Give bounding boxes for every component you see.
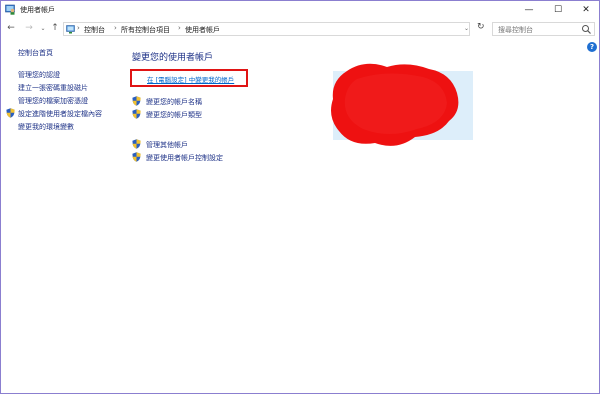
left-task-pane: 控制台首頁 管理您的認證 建立一張密碼重設磁片 管理您的檔案加密憑證 設定進階使… xyxy=(1,41,126,161)
close-button[interactable]: ✕ xyxy=(572,1,600,19)
uac-shield-icon xyxy=(132,139,141,149)
redaction-scribble xyxy=(331,63,459,146)
control-panel-home-link[interactable]: 控制台首頁 xyxy=(18,48,53,58)
uac-shield-icon xyxy=(132,96,141,106)
breadcrumb-control-panel[interactable]: 控制台 xyxy=(84,25,105,35)
refresh-icon[interactable]: ↻ xyxy=(477,22,485,32)
uac-shield-icon xyxy=(132,109,141,119)
minimize-button[interactable]: — xyxy=(515,1,543,19)
address-dropdown-icon[interactable]: ⌄ xyxy=(464,25,469,32)
breadcrumb-separator: › xyxy=(77,24,80,32)
task-label[interactable]: 變更使用者帳戶控制設定 xyxy=(146,153,223,163)
breadcrumb-separator: › xyxy=(178,24,181,32)
search-icon[interactable] xyxy=(581,24,592,35)
title-bar: 使用者帳戶 — ☐ ✕ xyxy=(1,1,599,19)
task-label[interactable]: 變更您的帳戶類型 xyxy=(146,110,202,120)
up-arrow-icon[interactable]: ↑ xyxy=(49,22,61,34)
maximize-button[interactable]: ☐ xyxy=(544,1,572,19)
back-arrow-icon[interactable]: ← xyxy=(5,22,17,34)
sidebar-item-manage-credentials[interactable]: 管理您的認證 xyxy=(18,70,60,80)
search-box[interactable]: 搜尋控制台 xyxy=(492,22,595,36)
user-accounts-app-icon xyxy=(5,4,15,15)
sidebar-item-password-reset-disk[interactable]: 建立一張密碼重設磁片 xyxy=(18,83,88,93)
uac-shield-icon xyxy=(6,108,15,118)
help-icon[interactable]: ? xyxy=(587,42,597,52)
pc-settings-account-link[interactable]: 在 [電腦設定] 中變更我的帳戶 xyxy=(147,74,234,84)
search-placeholder: 搜尋控制台 xyxy=(498,26,533,34)
navigation-bar: ← → ⌄ ↑ › 控制台 › 所有控制台項目 › 使用者帳戶 ⌄ ↻ 搜尋控制… xyxy=(1,19,599,39)
breadcrumb-user-accounts[interactable]: 使用者帳戶 xyxy=(185,25,220,35)
address-bar[interactable]: › 控制台 › 所有控制台項目 › 使用者帳戶 xyxy=(63,22,470,36)
page-title: 變更您的使用者帳戶 xyxy=(132,53,214,63)
control-panel-window: 使用者帳戶 — ☐ ✕ ← → ⌄ ↑ › 控制台 › 所有控制台項目 › 使用… xyxy=(0,0,600,394)
breadcrumb-all-items[interactable]: 所有控制台項目 xyxy=(121,25,170,35)
sidebar-item-advanced-profile-properties[interactable]: 設定進階使用者設定檔內容 xyxy=(18,109,102,119)
breadcrumb-separator: › xyxy=(114,24,117,32)
task-label[interactable]: 變更您的帳戶名稱 xyxy=(146,97,202,107)
sidebar-item-environment-variables[interactable]: 變更我的環境變數 xyxy=(18,122,74,132)
control-panel-icon xyxy=(66,25,75,34)
sidebar-item-file-encryption-certificates[interactable]: 管理您的檔案加密憑證 xyxy=(18,96,88,106)
window-title: 使用者帳戶 xyxy=(20,6,55,14)
task-label[interactable]: 管理其他帳戶 xyxy=(146,140,188,150)
recent-locations-chevron-icon[interactable]: ⌄ xyxy=(37,22,49,34)
uac-shield-icon xyxy=(132,152,141,162)
forward-arrow-icon[interactable]: → xyxy=(23,22,35,34)
